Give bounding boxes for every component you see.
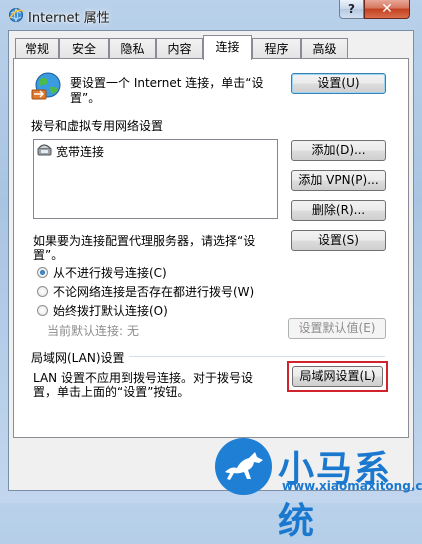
highlight-box	[287, 361, 388, 392]
tab-advanced[interactable]: 高级	[301, 38, 348, 59]
setup-text-line2: 置”。	[70, 91, 101, 105]
current-default-label: 当前默认连接:	[47, 324, 124, 338]
tab-content[interactable]: 内容	[156, 38, 203, 59]
proxy-text-line1: 如果要为连接配置代理服务器，请选择“设	[33, 234, 256, 248]
dialup-heading: 拨号和虚拟专用网络设置	[31, 119, 164, 133]
always-dial-default-label[interactable]: 始终拨打默认连接(O)	[53, 302, 168, 319]
watermark-url: www.xiaomaxitong.com	[282, 479, 422, 493]
proxy-text-line2: 置”。	[33, 248, 64, 262]
horse-icon	[225, 452, 263, 480]
never-dial-radio[interactable]	[37, 267, 48, 278]
watermark-logo	[215, 438, 272, 495]
add-vpn-button[interactable]: 添加 VPN(P)...	[291, 170, 386, 191]
network-globe-icon	[31, 72, 61, 100]
proxy-settings-button[interactable]: 设置(S)	[291, 230, 386, 251]
lan-heading: 局域网(LAN)设置	[31, 351, 125, 365]
tab-general[interactable]: 常规	[15, 38, 59, 59]
dial-whenever-label[interactable]: 不论网络连接是否存在都进行拨号(W)	[53, 283, 254, 300]
dialup-connection-icon	[37, 144, 52, 156]
setup-button[interactable]: 设置(U)	[291, 73, 386, 94]
dial-whenever-radio[interactable]	[37, 286, 48, 297]
remove-button[interactable]: 删除(R)...	[291, 200, 386, 221]
lan-text-line2: 置，单击上面的“设置”按钮。	[33, 385, 190, 399]
tab-connections[interactable]: 连接	[203, 35, 252, 60]
current-default-value: 无	[127, 324, 140, 338]
set-default-button[interactable]: 设置默认值(E)	[288, 318, 386, 339]
close-button[interactable]: ✕	[364, 0, 410, 19]
always-dial-default-radio[interactable]	[37, 305, 48, 316]
list-item-label: 宽带连接	[56, 145, 105, 159]
connection-list[interactable]: 宽带连接	[33, 139, 278, 219]
help-button[interactable]: ?	[339, 0, 364, 19]
ie-globe-icon	[9, 8, 24, 22]
tab-programs[interactable]: 程序	[252, 38, 301, 59]
lan-separator	[129, 356, 385, 357]
tab-security[interactable]: 安全	[59, 38, 109, 59]
window-title: Internet 属性	[28, 11, 110, 26]
add-button[interactable]: 添加(D)...	[291, 140, 386, 161]
never-dial-label[interactable]: 从不进行拨号连接(C)	[53, 264, 167, 281]
tab-privacy[interactable]: 隐私	[109, 38, 156, 59]
